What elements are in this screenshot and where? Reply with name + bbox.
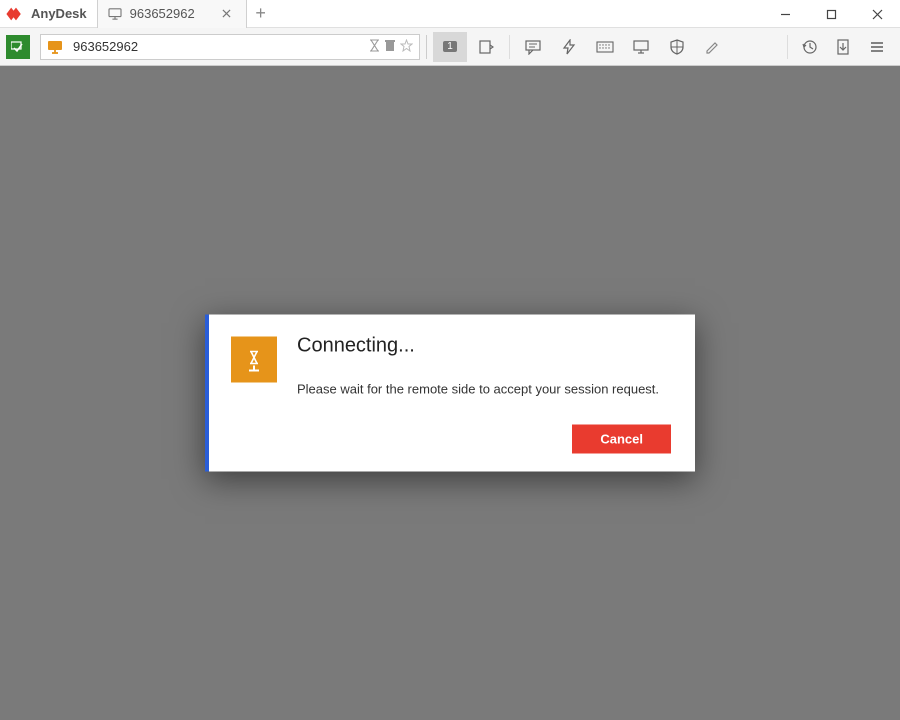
anydesk-logo-icon [6, 6, 26, 22]
app-name: AnyDesk [31, 6, 87, 21]
tab-title: 963652962 [130, 6, 210, 21]
title-bar: AnyDesk 963652962 + [0, 0, 900, 28]
display-button[interactable] [624, 32, 658, 62]
screen-badge: 1 [443, 41, 457, 52]
star-outline-icon[interactable] [400, 39, 413, 55]
minimize-button[interactable] [762, 0, 808, 28]
close-icon[interactable] [218, 5, 236, 23]
connecting-dialog: Connecting... Please wait for the remote… [205, 315, 695, 472]
whiteboard-button[interactable] [696, 32, 730, 62]
cancel-button[interactable]: Cancel [572, 425, 671, 454]
dialog-title: Connecting... [297, 335, 671, 358]
keyboard-button[interactable] [588, 32, 622, 62]
monitor-icon [108, 8, 122, 20]
history-button[interactable] [792, 32, 826, 62]
trash-icon[interactable] [384, 39, 396, 55]
close-window-button[interactable] [854, 0, 900, 28]
maximize-button[interactable] [808, 0, 854, 28]
window-controls [762, 0, 900, 27]
permissions-button[interactable] [660, 32, 694, 62]
hourglass-icon [369, 39, 380, 55]
monitor-icon [41, 35, 69, 59]
actions-button[interactable] [552, 32, 586, 62]
chat-button[interactable] [516, 32, 550, 62]
app-logo-area: AnyDesk [0, 0, 97, 27]
screen-select-button[interactable]: 1 [433, 32, 467, 62]
dialog-message: Please wait for the remote side to accep… [297, 382, 671, 397]
session-viewport: Connecting... Please wait for the remote… [0, 66, 900, 720]
address-bar[interactable]: 963652962 [40, 34, 420, 60]
connection-status-icon[interactable] [6, 35, 30, 59]
swap-screen-button[interactable] [469, 32, 503, 62]
menu-button[interactable] [860, 32, 894, 62]
session-tab[interactable]: 963652962 [97, 0, 247, 28]
hourglass-monitor-icon [231, 337, 277, 383]
new-tab-button[interactable]: + [247, 3, 275, 24]
address-value: 963652962 [69, 39, 369, 54]
download-button[interactable] [826, 32, 860, 62]
toolbar: 963652962 1 [0, 28, 900, 66]
